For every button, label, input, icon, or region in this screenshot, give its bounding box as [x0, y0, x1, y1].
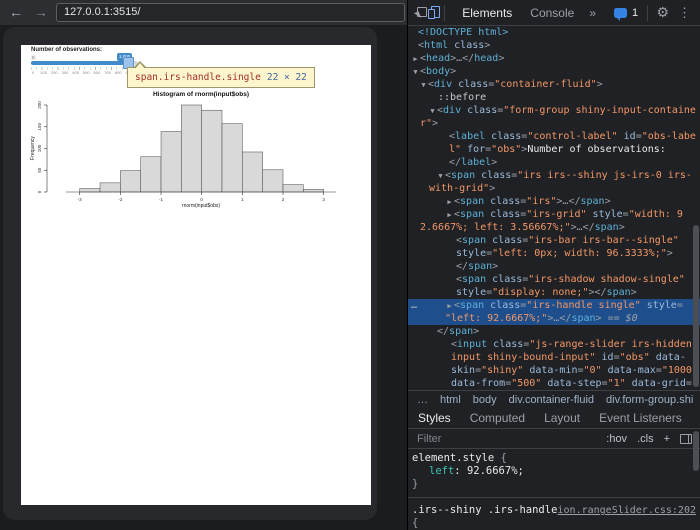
- svg-text:0: 0: [37, 190, 42, 193]
- code-line[interactable]: input shiny-bound-input" id="obs" data-: [408, 351, 700, 364]
- svg-text:100: 100: [37, 144, 42, 152]
- elements-tree: <!DOCTYPE html> <html class> ▶ <head>…</hea…: [408, 26, 700, 390]
- issue-count: 1: [632, 6, 639, 19]
- code-line[interactable]: ▼ <div class="form-group shiny-input-cont…: [408, 104, 700, 117]
- code-line[interactable]: <span class="irs-bar irs-bar--single": [408, 234, 700, 247]
- code-line[interactable]: <label class="control-label" id="obs-lab…: [408, 130, 700, 143]
- svg-text:0: 0: [200, 197, 203, 202]
- styles-scrollbar[interactable]: [693, 431, 699, 471]
- breadcrumb-item[interactable]: div.container-fluid: [509, 394, 594, 406]
- filter-input[interactable]: Filter: [417, 433, 441, 445]
- breadcrumb-item[interactable]: div.form-group.shi: [606, 394, 693, 406]
- css-rule: element.style {left: 92.6667%;}: [408, 449, 700, 495]
- styles-tab-computed[interactable]: Computed: [470, 411, 525, 425]
- issues-badge[interactable]: 1: [614, 6, 639, 21]
- tab-console[interactable]: Console: [530, 6, 574, 20]
- histogram-plot: Histogram of rnorm(input$obs)05010015020…: [30, 91, 336, 208]
- svg-text:1: 1: [241, 197, 244, 202]
- code-line[interactable]: <!DOCTYPE html>: [408, 26, 700, 39]
- code-line[interactable]: style="display: none;"></span>: [408, 286, 700, 299]
- devtools-toolbar: Elements Console » 1 ⚙ ⋮: [408, 0, 700, 26]
- new-style-rule-button[interactable]: +: [664, 433, 670, 445]
- elements-scrollbar[interactable]: [693, 225, 699, 387]
- forward-icon[interactable]: →: [34, 0, 48, 25]
- code-line[interactable]: ▼ <body>: [408, 65, 700, 78]
- breadcrumb-item[interactable]: html: [440, 394, 461, 406]
- code-line[interactable]: </label>: [408, 156, 700, 169]
- back-icon[interactable]: ←: [9, 0, 23, 25]
- svg-text:-2: -2: [118, 197, 122, 202]
- inspect-element-icon[interactable]: [414, 6, 427, 20]
- breadcrumb-item[interactable]: body: [473, 394, 497, 406]
- styles-tab-layout[interactable]: Layout: [544, 411, 580, 425]
- browser-toolbar: ← → ⟳ 127.0.0.1:3515/: [0, 0, 407, 25]
- code-line[interactable]: r">: [408, 117, 700, 130]
- computed-sidebar-icon[interactable]: [680, 433, 692, 444]
- code-line[interactable]: ▼ <span class="irs irs--shiny js-irs-0 ir…: [408, 169, 700, 182]
- browser-pane: ← → ⟳ 127.0.0.1:3515/ Number of observat…: [0, 0, 407, 530]
- css-source-link[interactable]: ion.rangeSlider.css:202: [558, 504, 696, 517]
- slider-fill: [31, 61, 134, 65]
- code-line[interactable]: data-from="500" data-step="1" data-grid=: [408, 377, 700, 390]
- css-selector[interactable]: element.style {: [412, 452, 697, 465]
- svg-text:200: 200: [37, 101, 42, 109]
- slider-min-label: 0: [31, 55, 36, 60]
- browser-viewport: Number of observations: 0 1,000 01002003…: [0, 25, 407, 530]
- code-line[interactable]: </span>: [408, 260, 700, 273]
- overflow-ellipsis: …: [411, 300, 418, 311]
- svg-text:Histogram of rnorm(input$obs): Histogram of rnorm(input$obs): [153, 91, 249, 98]
- url-bar[interactable]: 127.0.0.1:3515/: [56, 3, 405, 22]
- code-line[interactable]: <html class>: [408, 39, 700, 52]
- styles-filter-bar: Filter :hov .cls +: [408, 429, 700, 449]
- code-line[interactable]: ▼ <div class="container-fluid">: [408, 78, 700, 91]
- code-line[interactable]: ▶ <head>…</head>: [408, 52, 700, 65]
- tooltip-dimensions: 22 × 22: [266, 72, 307, 83]
- svg-text:-3: -3: [78, 197, 82, 202]
- code-line[interactable]: 2.6667%; left: 3.56667%;">…</span>: [408, 221, 700, 234]
- shiny-page: Number of observations: 0 1,000 01002003…: [21, 45, 371, 505]
- code-line[interactable]: ::before: [408, 91, 700, 104]
- code-line-selected[interactable]: "left: 92.6667%;">…</span> == $0: [408, 312, 700, 325]
- code-line[interactable]: style="left: 0px; width: 96.3333%;">: [408, 247, 700, 260]
- toggle-class[interactable]: .cls: [637, 433, 654, 445]
- styles-tabs: StylesComputedLayoutEvent Listeners»: [408, 407, 700, 429]
- svg-text:Frequency: Frequency: [30, 136, 36, 160]
- more-tabs-icon[interactable]: »: [589, 6, 596, 20]
- tab-elements[interactable]: Elements: [462, 6, 512, 20]
- devtools-panel: Elements Console » 1 ⚙ ⋮ <!DOCTYPE html> <…: [407, 0, 700, 530]
- device-frame: Number of observations: 0 1,000 01002003…: [3, 27, 377, 520]
- svg-text:50: 50: [37, 167, 42, 173]
- code-line[interactable]: ▶ <span class="irs-grid" style="width: 9: [408, 208, 700, 221]
- code-line[interactable]: <input class="js-range-slider irs-hidden…: [408, 338, 700, 351]
- toggle-hover-state[interactable]: :hov: [606, 433, 627, 445]
- svg-text:2: 2: [282, 197, 285, 202]
- css-rule: ion.rangeSlider.css:202 .irs--shiny .irs-…: [408, 497, 700, 530]
- kebab-menu-icon[interactable]: ⋮: [678, 5, 691, 21]
- devtools-tabs: Elements Console: [453, 6, 583, 20]
- code-line[interactable]: ▶ <span class="irs">…</span>: [408, 195, 700, 208]
- code-line[interactable]: </span>: [408, 325, 700, 338]
- message-bubble-icon: [614, 7, 628, 21]
- gear-icon[interactable]: ⚙: [656, 4, 669, 21]
- slider-track[interactable]: [31, 61, 138, 65]
- device-toolbar-icon[interactable]: [427, 6, 441, 19]
- svg-text:150: 150: [37, 123, 42, 131]
- code-line[interactable]: l" for="obs">Number of observations:: [408, 143, 700, 156]
- code-line[interactable]: <span class="irs-shadow shadow-single": [408, 273, 700, 286]
- svg-text:rnorm(input$obs): rnorm(input$obs): [182, 203, 220, 208]
- css-declaration[interactable]: left: 92.6667%;: [412, 465, 697, 478]
- styles-tab-event-listeners[interactable]: Event Listeners: [599, 411, 682, 425]
- styles-tab-styles[interactable]: Styles: [418, 411, 451, 425]
- code-line[interactable]: skin="shiny" data-min="0" data-max="1000…: [408, 364, 700, 377]
- code-line[interactable]: with-grid">: [408, 182, 700, 195]
- tooltip-selector: span.irs-handle.single: [135, 72, 261, 83]
- inspect-tooltip: span.irs-handle.single 22 × 22: [127, 61, 315, 88]
- slider-label: Number of observations:: [31, 47, 103, 53]
- code-line-selected[interactable]: … ▶ <span class="irs-handle single" style=: [408, 299, 700, 312]
- styles-pane: element.style {left: 92.6667%;} ion.range…: [408, 449, 700, 530]
- svg-text:3: 3: [322, 197, 325, 202]
- svg-text:-1: -1: [159, 197, 163, 202]
- breadcrumb-overflow[interactable]: …: [417, 394, 428, 406]
- breadcrumb: … html body div.container-fluid div.form-gro…: [408, 390, 700, 408]
